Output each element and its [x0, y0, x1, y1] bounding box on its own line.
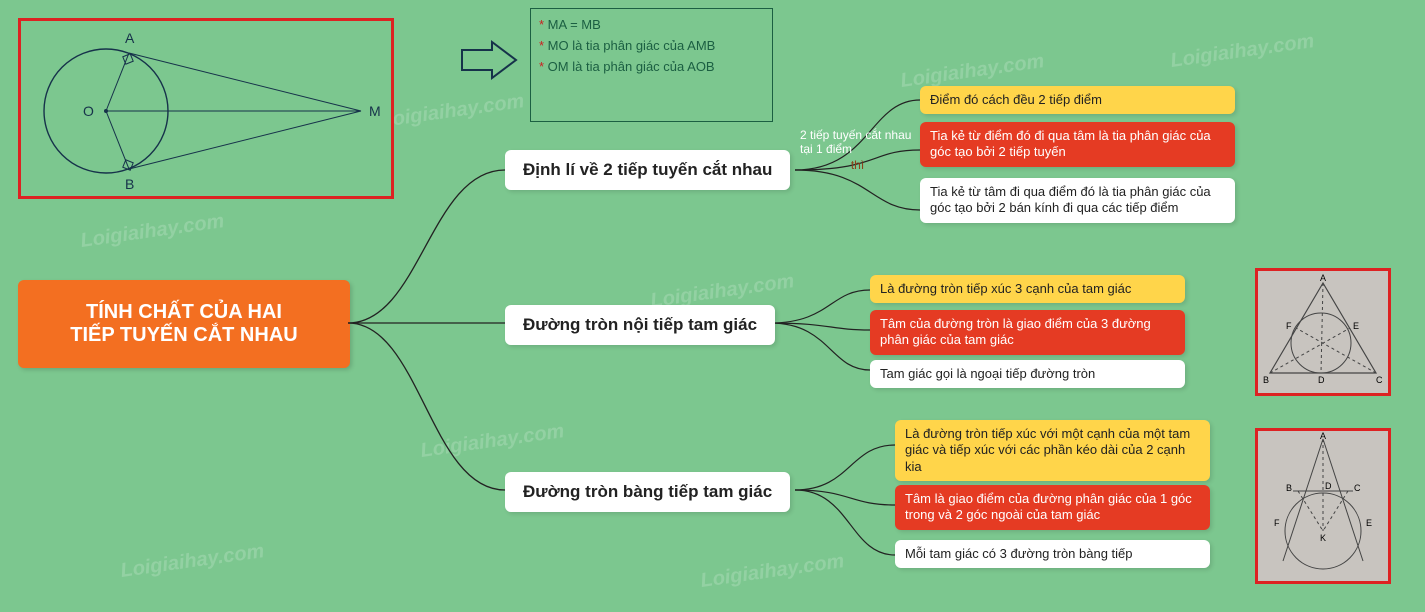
theorem-line-2: MO là tia phân giác của AMB: [539, 36, 764, 57]
branch-3-leaf-1: Là đường tròn tiếp xúc với một cạnh của …: [895, 420, 1210, 481]
svg-text:F: F: [1286, 321, 1292, 331]
svg-text:B: B: [125, 176, 134, 192]
svg-text:C: C: [1354, 483, 1361, 493]
branch-2-leaf-3: Tam giác gọi là ngoại tiếp đường tròn: [870, 360, 1185, 388]
arrow-icon: [460, 40, 520, 80]
svg-text:D: D: [1318, 375, 1325, 385]
root-node: TÍNH CHẤT CỦA HAI TIẾP TUYẾN CẮT NHAU: [18, 280, 350, 368]
branch-1-leaf-1: Điểm đó cách đều 2 tiếp điểm: [920, 86, 1235, 114]
svg-text:F: F: [1274, 518, 1280, 528]
branch-2-leaf-1: Là đường tròn tiếp xúc 3 cạnh của tam gi…: [870, 275, 1185, 303]
watermark: Loigiaihay.com: [419, 420, 566, 463]
branch-1-leaf-3: Tia kẻ từ tâm đi qua điểm đó là tia phân…: [920, 178, 1235, 223]
branch-1-link-then: thì: [800, 158, 915, 172]
svg-text:D: D: [1325, 481, 1332, 491]
watermark: Loigiaihay.com: [1169, 30, 1316, 73]
svg-text:M: M: [369, 103, 381, 119]
svg-text:E: E: [1353, 321, 1359, 331]
watermark: Loigiaihay.com: [699, 550, 846, 593]
svg-text:A: A: [125, 30, 135, 46]
watermark: Loigiaihay.com: [119, 540, 266, 583]
branch-3-leaf-2: Tâm là giao điểm của đường phân giác của…: [895, 485, 1210, 530]
figure-tangent-circle: A B O M: [18, 18, 394, 199]
branch-2-leaf-2: Tâm của đường tròn là giao điểm của 3 đư…: [870, 310, 1185, 355]
svg-text:E: E: [1366, 518, 1372, 528]
root-title: TÍNH CHẤT CỦA HAI TIẾP TUYẾN CẮT NHAU: [70, 301, 297, 347]
svg-text:O: O: [83, 103, 94, 119]
svg-text:A: A: [1320, 431, 1326, 441]
figure-inscribed-circle: A B C D E F: [1255, 268, 1391, 396]
svg-text:B: B: [1263, 375, 1269, 385]
figure-excircle: A B C D E F K: [1255, 428, 1391, 584]
watermark: Loigiaihay.com: [379, 90, 526, 133]
theorem-box: MA = MB MO là tia phân giác của AMB OM l…: [530, 8, 773, 122]
branch-1-leaf-2: Tia kẻ từ điểm đó đi qua tâm là tia phân…: [920, 122, 1235, 167]
svg-text:A: A: [1320, 273, 1326, 283]
branch-1: Định lí về 2 tiếp tuyến cắt nhau: [505, 150, 790, 190]
branch-1-linklabel: 2 tiếp tuyến cắt nhau tại 1 điểm thì: [800, 128, 915, 172]
branch-1-link-text: 2 tiếp tuyến cắt nhau tại 1 điểm: [800, 128, 911, 156]
svg-text:K: K: [1320, 533, 1326, 543]
svg-text:B: B: [1286, 483, 1292, 493]
branch-3-leaf-3: Mỗi tam giác có 3 đường tròn bàng tiếp: [895, 540, 1210, 568]
theorem-line-1: MA = MB: [539, 15, 764, 36]
watermark: Loigiaihay.com: [79, 210, 226, 253]
theorem-line-3: OM là tia phân giác của AOB: [539, 57, 764, 78]
branch-3: Đường tròn bàng tiếp tam giác: [505, 472, 790, 512]
branch-2: Đường tròn nội tiếp tam giác: [505, 305, 775, 345]
svg-text:C: C: [1376, 375, 1383, 385]
